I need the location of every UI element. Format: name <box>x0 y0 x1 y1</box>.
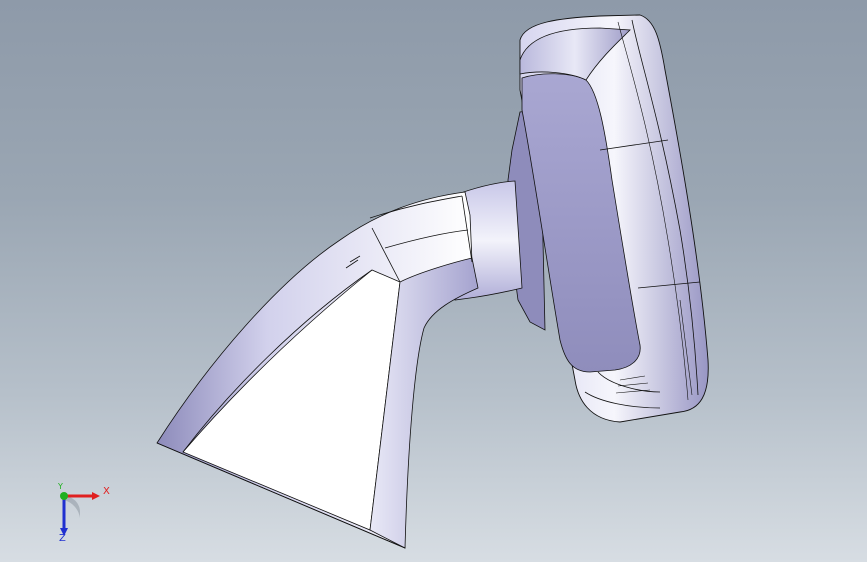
x-axis-arrow <box>92 492 100 500</box>
graphics-viewport[interactable]: X Y Z <box>0 0 867 562</box>
3d-model[interactable] <box>0 0 867 562</box>
y-axis-dot <box>60 492 68 500</box>
y-axis-label: Y <box>58 482 63 491</box>
coordinate-triad: X Y Z <box>40 478 120 548</box>
z-axis-label: Z <box>59 533 66 544</box>
x-axis-label: X <box>103 486 110 497</box>
